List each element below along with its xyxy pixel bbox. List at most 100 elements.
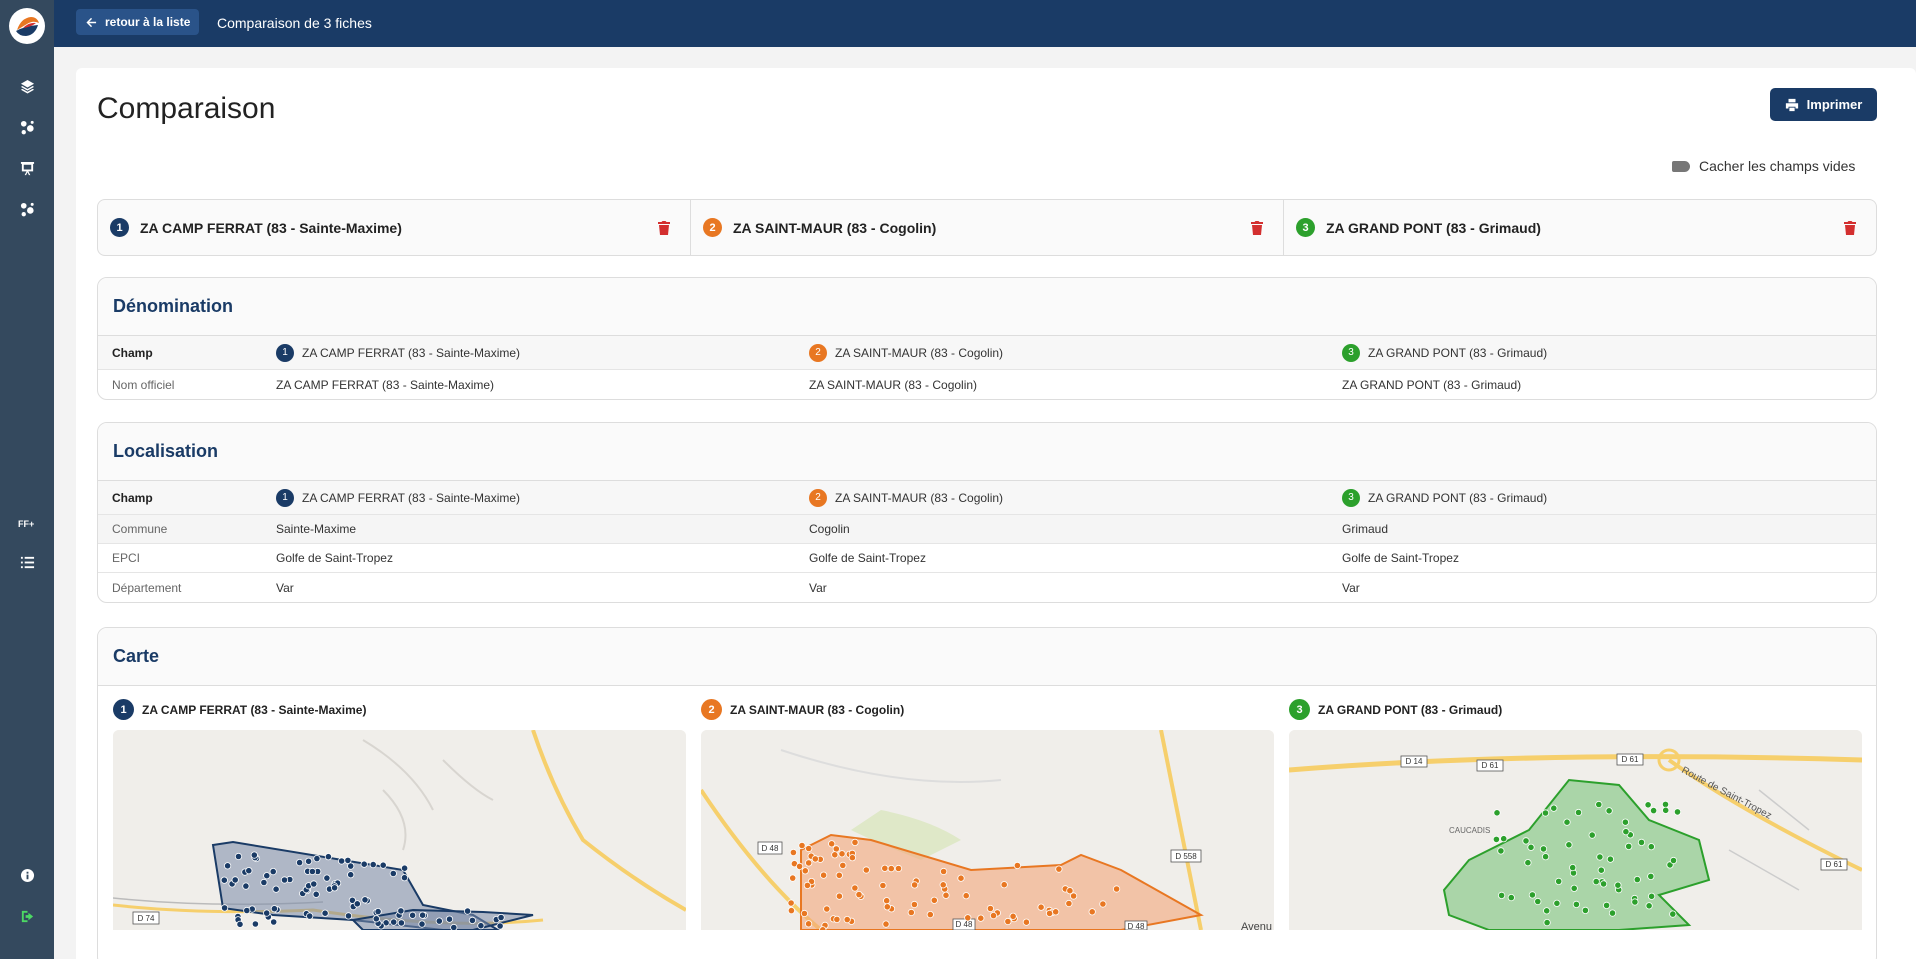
map-marker[interactable]: [369, 861, 377, 869]
map-marker[interactable]: [1527, 843, 1535, 851]
map-marker[interactable]: [338, 857, 346, 865]
map-marker[interactable]: [1539, 845, 1548, 853]
map-marker[interactable]: [1550, 804, 1558, 812]
map-marker[interactable]: [1631, 898, 1639, 906]
map-marker[interactable]: [250, 851, 258, 859]
map-marker[interactable]: [787, 907, 796, 915]
map-marker[interactable]: [234, 852, 243, 861]
map-marker[interactable]: [1541, 809, 1550, 817]
map-marker[interactable]: [400, 864, 409, 872]
map-marker[interactable]: [270, 905, 278, 913]
map-marker[interactable]: [798, 841, 806, 850]
map-marker[interactable]: [242, 882, 250, 890]
map-marker[interactable]: [1644, 801, 1652, 809]
map-marker[interactable]: [331, 884, 339, 892]
map-marker[interactable]: [940, 867, 948, 876]
map-marker[interactable]: [463, 907, 472, 915]
map-marker[interactable]: [251, 920, 259, 928]
map-marker[interactable]: [435, 917, 443, 925]
map-marker[interactable]: [1622, 828, 1630, 836]
map-marker[interactable]: [879, 881, 887, 890]
map-marker[interactable]: [418, 920, 426, 928]
map-marker[interactable]: [445, 915, 454, 923]
map-marker[interactable]: [882, 920, 890, 928]
map-marker[interactable]: [347, 862, 355, 870]
map-marker[interactable]: [1563, 818, 1571, 826]
map-marker[interactable]: [1112, 885, 1121, 893]
map-marker[interactable]: [344, 912, 353, 920]
map-marker[interactable]: [1497, 847, 1505, 855]
map-marker[interactable]: [1673, 808, 1682, 816]
map-marker[interactable]: [789, 874, 797, 882]
map-marker[interactable]: [1569, 864, 1577, 872]
map-marker[interactable]: [883, 903, 891, 911]
map-marker[interactable]: [1608, 909, 1617, 917]
location-icon[interactable]: [16, 198, 38, 220]
map-marker[interactable]: [805, 844, 813, 853]
map-marker[interactable]: [379, 861, 387, 869]
map-marker[interactable]: [833, 915, 841, 923]
map-marker[interactable]: [883, 897, 891, 905]
map-marker[interactable]: [855, 891, 863, 899]
map-marker[interactable]: [1662, 806, 1670, 814]
map-marker[interactable]: [1625, 842, 1633, 851]
map-marker[interactable]: [1588, 831, 1596, 839]
map-marker[interactable]: [838, 850, 846, 858]
map-marker[interactable]: [887, 865, 895, 873]
map-marker[interactable]: [497, 913, 505, 922]
map-marker[interactable]: [851, 884, 859, 892]
map-marker[interactable]: [1045, 909, 1054, 917]
logout-icon[interactable]: [16, 905, 38, 927]
hide-empty-fields-toggle[interactable]: [1672, 160, 1690, 172]
map-marker[interactable]: [280, 876, 289, 884]
map-marker[interactable]: [881, 864, 889, 872]
map-marker[interactable]: [1004, 917, 1012, 926]
map-marker[interactable]: [1574, 808, 1583, 817]
map-marker[interactable]: [360, 860, 368, 868]
map-marker[interactable]: [1088, 908, 1096, 916]
map-marker[interactable]: [1507, 894, 1515, 902]
map-marker[interactable]: [1570, 884, 1578, 892]
map-marker[interactable]: [1633, 876, 1641, 884]
print-button[interactable]: Imprimer: [1770, 88, 1877, 121]
location-icon[interactable]: [16, 116, 38, 138]
map-marker[interactable]: [224, 862, 232, 870]
map-marker[interactable]: [839, 861, 847, 869]
map-marker[interactable]: [347, 871, 355, 879]
map-marker[interactable]: [789, 848, 798, 857]
map-marker[interactable]: [468, 916, 476, 924]
app-logo[interactable]: [9, 8, 45, 44]
map-marker[interactable]: [1565, 841, 1573, 849]
map-marker[interactable]: [1528, 891, 1536, 899]
map-marker[interactable]: [820, 871, 828, 879]
map-marker[interactable]: [324, 853, 332, 861]
map-marker[interactable]: [862, 866, 870, 874]
map-marker[interactable]: [1647, 892, 1656, 900]
map-marker[interactable]: [1055, 865, 1063, 873]
map-marker[interactable]: [263, 909, 271, 917]
map-marker[interactable]: [313, 855, 321, 863]
map-marker[interactable]: [397, 907, 405, 915]
map-marker[interactable]: [477, 922, 485, 930]
map-marker[interactable]: [1592, 878, 1600, 886]
map-marker[interactable]: [1498, 891, 1506, 899]
map-marker[interactable]: [389, 869, 397, 878]
map-marker[interactable]: [1606, 855, 1614, 863]
map-marker[interactable]: [894, 864, 903, 873]
map-marker[interactable]: [1661, 800, 1670, 809]
map-marker[interactable]: [312, 890, 320, 898]
map-marker[interactable]: [926, 911, 934, 919]
map-marker[interactable]: [1647, 843, 1655, 851]
map-marker[interactable]: [353, 900, 361, 908]
map-2[interactable]: D 48 D 558 D 48 D 48 Avenu: [701, 730, 1274, 930]
map-marker[interactable]: [272, 885, 280, 893]
map-marker[interactable]: [270, 918, 278, 926]
map-marker[interactable]: [811, 855, 819, 863]
trash-icon[interactable]: [658, 220, 670, 236]
map-marker[interactable]: [942, 891, 950, 899]
map-marker[interactable]: [1543, 907, 1551, 915]
map-marker[interactable]: [1555, 877, 1563, 885]
map-marker[interactable]: [828, 840, 836, 848]
map-marker[interactable]: [374, 908, 382, 916]
map-marker[interactable]: [1065, 899, 1073, 908]
